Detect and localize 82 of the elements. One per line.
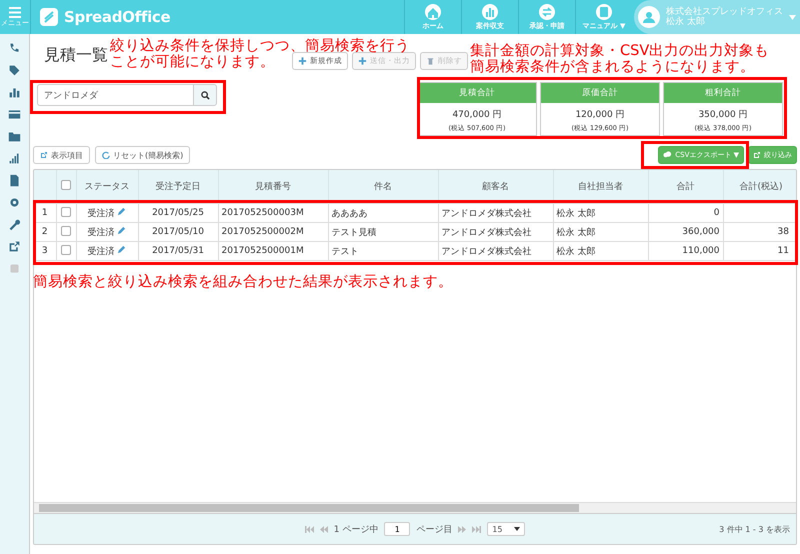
menu-icon[interactable] bbox=[9, 6, 21, 18]
table-cell: 110,000 bbox=[648, 242, 723, 260]
pencil-icon[interactable] bbox=[117, 244, 126, 254]
plus-icon bbox=[358, 56, 367, 66]
pencil-icon[interactable] bbox=[117, 206, 126, 216]
annotation-text: 絞り込み条件を保持しつつ、簡易検索を行う bbox=[110, 38, 410, 54]
row-checkbox[interactable] bbox=[61, 226, 71, 236]
table-cell: 松永 太郎 bbox=[553, 204, 648, 222]
table-cell: 2017/05/25 bbox=[138, 204, 218, 222]
status-text: 受注済 bbox=[88, 208, 115, 218]
annotation-text: 集計金額の計算対象・CSV出力の出力対象も bbox=[470, 43, 770, 59]
caret-icon bbox=[789, 14, 796, 20]
total-label: 見積合計 bbox=[418, 83, 536, 103]
columns-button[interactable]: 表示項目 bbox=[33, 146, 90, 164]
annotation-text: 簡易検索と絞り込み検索を組み合わせた結果が表示されます。 bbox=[33, 274, 453, 290]
logo-icon bbox=[39, 7, 59, 27]
trash-icon bbox=[426, 56, 435, 66]
previous-page-icon[interactable] bbox=[320, 526, 328, 532]
table-cell: アンドロメダ株式会社 bbox=[438, 222, 553, 242]
status-text: 受注済 bbox=[88, 228, 115, 238]
total-amount: 120,000 円 bbox=[574, 109, 626, 121]
table-cell: 2017052500003M bbox=[218, 204, 328, 222]
total-label: 粗利合計 bbox=[664, 83, 782, 103]
table-cell: アンドロメダ株式会社 bbox=[438, 204, 553, 222]
annotation-text: ことが可能になります。 bbox=[110, 54, 275, 70]
table-cell: 松永 太郎 bbox=[553, 242, 648, 260]
search-icon bbox=[200, 90, 210, 100]
chart-icon bbox=[482, 4, 498, 20]
home-icon bbox=[425, 4, 441, 20]
table-cell: 松永 太郎 bbox=[553, 222, 648, 242]
row-checkbox[interactable] bbox=[61, 206, 71, 216]
avatar-icon bbox=[638, 6, 660, 28]
external-link-icon bbox=[40, 151, 48, 159]
page-input[interactable]: 1 bbox=[384, 522, 410, 536]
chart-icon[interactable] bbox=[8, 86, 21, 99]
next-page-icon[interactable] bbox=[458, 526, 466, 532]
folder-icon[interactable] bbox=[8, 130, 21, 143]
external-link-icon bbox=[753, 151, 761, 159]
table-cell: 38 bbox=[723, 222, 796, 242]
refresh-icon bbox=[102, 151, 110, 159]
external-link-icon[interactable] bbox=[8, 240, 21, 253]
horizontal-scrollbar[interactable] bbox=[34, 502, 796, 513]
record-summary: 3 件中 1 - 3 を表示 bbox=[719, 524, 790, 534]
table-cell: 2017/05/31 bbox=[138, 242, 218, 260]
table-cell: 2017/05/10 bbox=[138, 222, 218, 242]
document-icon[interactable] bbox=[8, 174, 21, 187]
table-cell: 2017052500002M bbox=[218, 222, 328, 242]
row-number: 3 bbox=[34, 242, 56, 260]
total-amount: 350,000 円 bbox=[697, 109, 749, 121]
table-cell: 2017052500001M bbox=[218, 242, 328, 260]
first-page-icon[interactable] bbox=[304, 526, 314, 532]
cloud-icon bbox=[663, 151, 672, 159]
cycle-icon bbox=[539, 4, 555, 20]
status-text: 受注済 bbox=[88, 246, 115, 256]
search-button[interactable] bbox=[193, 84, 217, 106]
table-cell: 0 bbox=[648, 204, 723, 222]
table-cell: 11 bbox=[723, 242, 796, 260]
plus-icon bbox=[298, 56, 307, 66]
page-suffix-label: ページ目 bbox=[416, 524, 452, 536]
pencil-icon[interactable] bbox=[117, 226, 126, 234]
table-cell: ああああ bbox=[328, 204, 438, 222]
table-cell: 360,000 bbox=[648, 222, 723, 242]
reset-button[interactable]: リセット(簡易検索) bbox=[95, 146, 190, 164]
row-number: 2 bbox=[34, 222, 56, 242]
row-checkbox[interactable] bbox=[61, 244, 71, 254]
page-title: 見積一覧 bbox=[44, 44, 108, 66]
card-icon[interactable] bbox=[8, 108, 21, 121]
table-cell: アンドロメダ株式会社 bbox=[438, 242, 553, 260]
per-page-dropdown[interactable]: 15 bbox=[487, 522, 526, 536]
total-amount: 470,000 円 bbox=[451, 109, 503, 121]
search-field[interactable]: アンドロメダ bbox=[37, 84, 193, 106]
table-cell: テスト bbox=[328, 242, 438, 260]
page-count-label: 1 ページ中 bbox=[334, 524, 378, 536]
table-cell: テスト見積 bbox=[328, 222, 438, 242]
last-page-icon[interactable] bbox=[472, 526, 482, 532]
caret-icon bbox=[514, 527, 520, 531]
annotation-text: 簡易検索条件が含まれるようになります。 bbox=[470, 59, 755, 75]
signal-icon[interactable] bbox=[8, 152, 21, 165]
select-all-checkbox[interactable] bbox=[61, 180, 71, 190]
total-label: 原価合計 bbox=[541, 83, 659, 103]
wrench-icon[interactable] bbox=[8, 218, 21, 231]
tag-icon[interactable] bbox=[8, 64, 21, 77]
